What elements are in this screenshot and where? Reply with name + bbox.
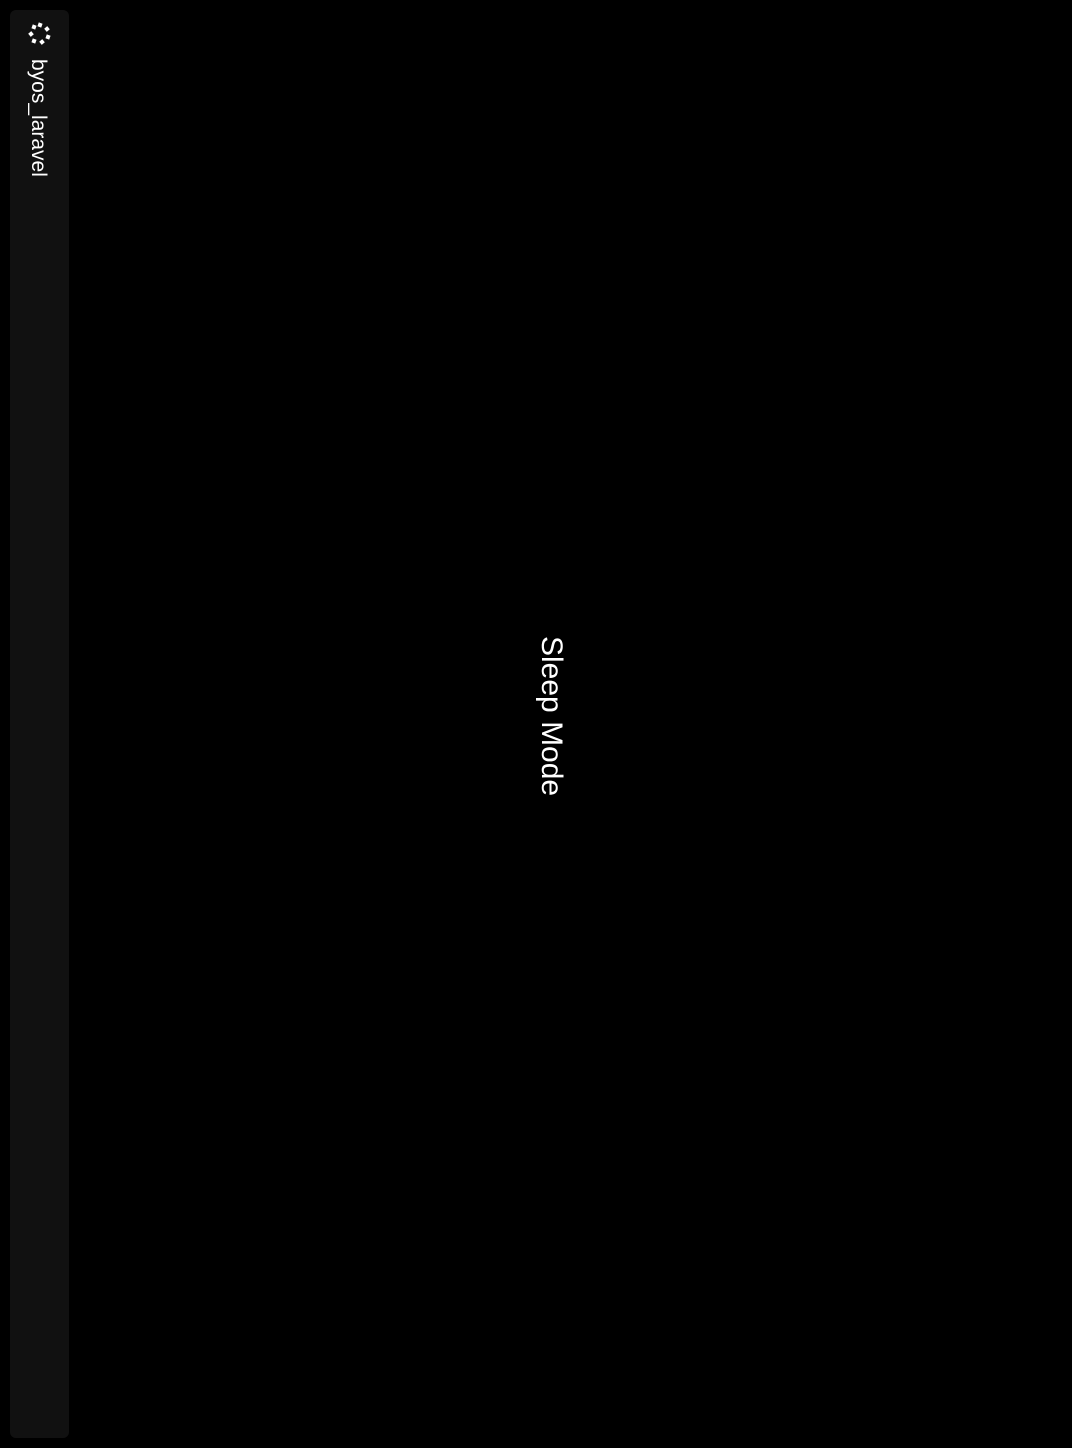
sidebar: byos_laravel <box>10 10 69 1438</box>
trmnl-logo-icon <box>28 22 52 46</box>
app-name-label: byos_laravel <box>27 59 50 177</box>
sleep-mode-message: Sleep Mode <box>535 636 568 797</box>
